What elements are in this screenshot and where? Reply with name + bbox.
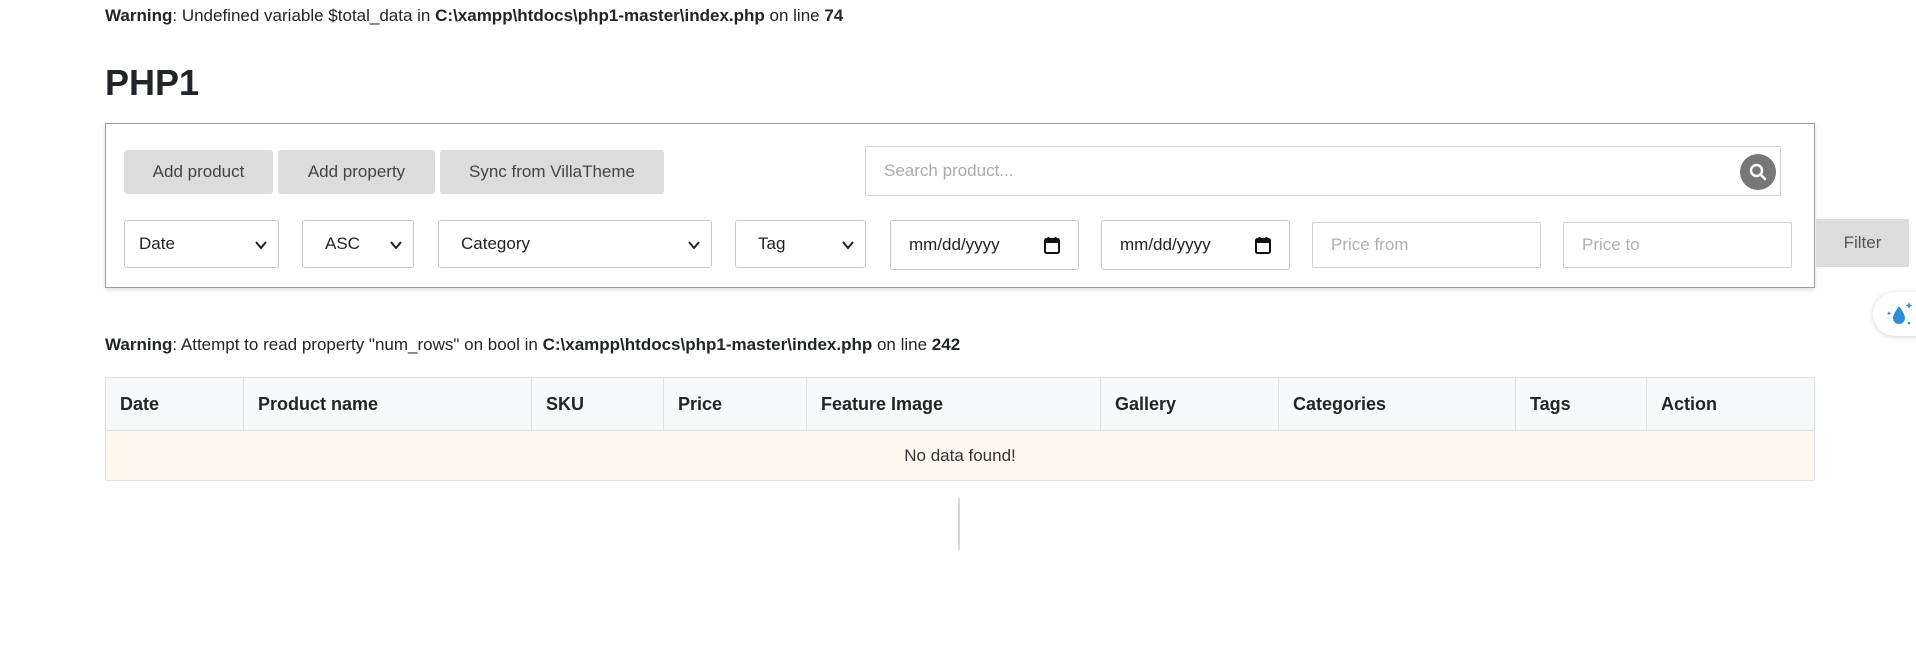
date-from-value: mm/dd/yyyy [909, 235, 1000, 254]
table-header: Date Product name SKU Price Feature Imag… [106, 378, 1814, 431]
chevron-down-icon [255, 241, 267, 250]
filter-panel: Add product Add property Sync from Villa… [105, 123, 1815, 288]
search-input[interactable] [866, 147, 1780, 195]
filter-button[interactable]: Filter [1816, 219, 1909, 267]
warning-line-number: 242 [931, 335, 961, 354]
chevron-down-icon [688, 241, 700, 250]
column-header-product-name: Product name [244, 378, 532, 431]
calendar-icon[interactable] [1255, 236, 1271, 254]
add-property-button[interactable]: Add property [278, 150, 435, 194]
date-from-input[interactable]: mm/dd/yyyy [890, 220, 1079, 270]
calendar-icon[interactable] [1044, 236, 1060, 254]
warning-path: C:\xampp\htdocs\php1-master\index.php [542, 335, 873, 354]
date-to-value: mm/dd/yyyy [1120, 235, 1211, 254]
column-header-feature-image: Feature Image [807, 378, 1101, 431]
category-value: Category [461, 234, 530, 253]
pagination-divider [958, 498, 960, 550]
warning-text: : Undefined variable $total_data in [172, 6, 436, 25]
warning-label: Warning [105, 6, 173, 25]
column-header-categories: Categories [1279, 378, 1516, 431]
page-title: PHP1 [105, 62, 200, 103]
warning-message: Warning: Attempt to read property "num_r… [105, 335, 960, 355]
sparkle-drop-icon [1886, 302, 1913, 325]
warning-path: C:\xampp\htdocs\php1-master\index.php [435, 6, 765, 25]
column-header-price: Price [664, 378, 807, 431]
order-select[interactable]: ASC [302, 220, 414, 268]
sync-villatheme-button[interactable]: Sync from VillaTheme [440, 150, 664, 194]
chevron-down-icon [390, 241, 402, 250]
search-icon[interactable] [1740, 154, 1776, 190]
date-to-input[interactable]: mm/dd/yyyy [1101, 220, 1290, 270]
column-header-tags: Tags [1516, 378, 1647, 431]
tag-value: Tag [758, 234, 786, 253]
add-product-button[interactable]: Add product [124, 150, 273, 194]
column-header-action: Action [1661, 394, 1717, 414]
chevron-down-icon [842, 241, 854, 250]
warning-on-line: on line [872, 335, 932, 354]
column-header-gallery: Gallery [1101, 378, 1279, 431]
price-from-input[interactable] [1312, 222, 1541, 268]
column-header-sku: SKU [532, 378, 664, 431]
price-to-input[interactable] [1563, 222, 1792, 268]
warning-message: Warning: Undefined variable $total_data … [105, 6, 843, 26]
warning-line-number: 74 [824, 6, 844, 25]
warning-on-line: on line [764, 6, 825, 25]
sort-by-select[interactable]: Date [124, 220, 279, 268]
warning-text: : Attempt to read property "num_rows" on… [172, 335, 543, 354]
category-select[interactable]: Category [438, 220, 712, 268]
products-table: Date Product name SKU Price Feature Imag… [105, 377, 1815, 481]
order-value: ASC [325, 234, 360, 253]
column-header-date: Date [106, 378, 244, 431]
empty-table-message: No data found! [106, 431, 1814, 480]
sort-by-value: Date [139, 234, 175, 253]
floating-widget-button[interactable] [1873, 292, 1916, 336]
warning-label: Warning [105, 335, 173, 354]
tag-select[interactable]: Tag [735, 220, 866, 268]
search-box [865, 146, 1781, 196]
